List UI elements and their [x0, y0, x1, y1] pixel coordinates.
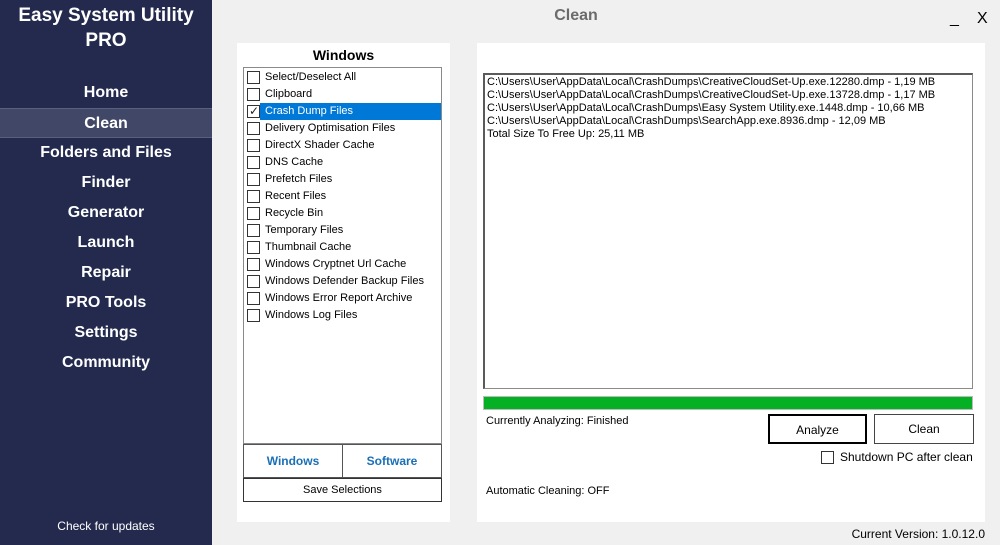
item-checkbox[interactable]	[247, 207, 260, 220]
item-label: Windows Defender Backup Files	[265, 275, 424, 287]
list-item[interactable]: Recycle Bin	[244, 205, 441, 222]
analyze-button[interactable]: Analyze	[768, 414, 867, 444]
item-checkbox[interactable]	[247, 156, 260, 169]
item-label: Recent Files	[265, 190, 327, 202]
item-checkbox[interactable]	[247, 71, 260, 84]
analysis-status: Currently Analyzing: Finished	[486, 415, 629, 427]
software-tab-button[interactable]: Software	[342, 444, 442, 478]
nav-item-home[interactable]: Home	[0, 78, 212, 108]
clean-button[interactable]: Clean	[874, 414, 974, 444]
save-selections-button[interactable]: Save Selections	[243, 478, 442, 502]
list-item[interactable]: Windows Error Report Archive	[244, 290, 441, 307]
panel-heading: Windows	[312, 47, 375, 63]
output-line: C:\Users\User\AppData\Local\CrashDumps\C…	[487, 89, 936, 101]
nav-item-repair[interactable]: Repair	[0, 258, 212, 288]
check-for-updates-link[interactable]: Check for updates	[0, 519, 212, 533]
item-checkbox[interactable]	[247, 309, 260, 322]
progress-bar	[483, 396, 973, 410]
nav-item-generator[interactable]: Generator	[0, 198, 212, 228]
nav-item-settings[interactable]: Settings	[0, 318, 212, 348]
output-line: Total Size To Free Up: 25,11 MB	[487, 128, 645, 140]
item-checkbox[interactable]	[247, 292, 260, 305]
list-item[interactable]: Delivery Optimisation Files	[244, 120, 441, 137]
shutdown-checkbox-box[interactable]	[821, 451, 834, 464]
list-item[interactable]: Temporary Files	[244, 222, 441, 239]
item-checkbox[interactable]	[247, 173, 260, 186]
app-title-line2: PRO	[85, 30, 127, 51]
nav-item-finder[interactable]: Finder	[0, 168, 212, 198]
item-label: Windows Cryptnet Url Cache	[265, 258, 407, 270]
item-label: Select/Deselect All	[265, 71, 357, 83]
item-label: Windows Log Files	[265, 309, 358, 321]
analysis-output-box[interactable]: C:\Users\User\AppData\Local\CrashDumps\C…	[483, 73, 973, 389]
item-label: Clipboard	[265, 88, 313, 100]
list-item[interactable]: DirectX Shader Cache	[244, 137, 441, 154]
list-item[interactable]: Windows Defender Backup Files	[244, 273, 441, 290]
results-panel: C:\Users\User\AppData\Local\CrashDumps\C…	[477, 43, 985, 522]
item-checkbox[interactable]	[247, 122, 260, 135]
output-line: C:\Users\User\AppData\Local\CrashDumps\E…	[487, 102, 925, 114]
list-item[interactable]: Select/Deselect All	[244, 69, 441, 86]
item-checkbox[interactable]	[247, 103, 260, 120]
item-checkbox[interactable]	[247, 258, 260, 271]
list-item[interactable]: Clipboard	[244, 86, 441, 103]
page-title: Clean	[554, 7, 598, 24]
item-label: DNS Cache	[265, 156, 324, 168]
item-label: Prefetch Files	[265, 173, 333, 185]
item-checkbox[interactable]	[247, 275, 260, 288]
item-checkbox[interactable]	[247, 139, 260, 152]
nav-menu: Home Clean Folders and Files Finder Generato…	[0, 78, 212, 378]
item-label: Crash Dump Files	[260, 103, 441, 120]
list-item[interactable]: Prefetch Files	[244, 171, 441, 188]
list-item[interactable]: DNS Cache	[244, 154, 441, 171]
windows-tab-button[interactable]: Windows	[243, 444, 343, 478]
item-label: Thumbnail Cache	[265, 241, 352, 253]
nav-item-pro-tools[interactable]: PRO Tools	[0, 288, 212, 318]
app-title-line1: Easy System Utility	[18, 5, 194, 26]
app-title: Easy System Utility PRO	[0, 0, 212, 53]
item-label: DirectX Shader Cache	[265, 139, 375, 151]
list-item[interactable]: Crash Dump Files	[244, 103, 441, 120]
automatic-cleaning-status: Automatic Cleaning: OFF	[486, 485, 610, 497]
version-label: Current Version: 1.0.12.0	[851, 527, 985, 541]
nav-item-clean[interactable]: Clean	[0, 108, 212, 138]
list-item[interactable]: Windows Cryptnet Url Cache	[244, 256, 441, 273]
item-checkbox[interactable]	[247, 224, 260, 237]
item-checkbox[interactable]	[247, 88, 260, 101]
clean-items-list: Select/Deselect All Clipboard Crash Dump F…	[243, 67, 442, 444]
progress-fill	[484, 397, 972, 409]
sidebar: Easy System Utility PRO Home Clean Folders…	[0, 0, 212, 545]
list-item[interactable]: Windows Log Files	[244, 307, 441, 324]
item-label: Delivery Optimisation Files	[265, 122, 396, 134]
output-line: C:\Users\User\AppData\Local\CrashDumps\C…	[487, 76, 936, 88]
cleaning-options-panel: Windows Select/Deselect All Clipboard Cras…	[237, 43, 450, 522]
minimize-button[interactable]: _	[950, 10, 959, 28]
nav-item-launch[interactable]: Launch	[0, 228, 212, 258]
nav-item-community[interactable]: Community	[0, 348, 212, 378]
output-line: C:\Users\User\AppData\Local\CrashDumps\S…	[487, 115, 886, 127]
list-item[interactable]: Thumbnail Cache	[244, 239, 441, 256]
shutdown-label: Shutdown PC after clean	[840, 450, 973, 464]
list-item[interactable]: Recent Files	[244, 188, 441, 205]
item-label: Recycle Bin	[265, 207, 324, 219]
item-checkbox[interactable]	[247, 241, 260, 254]
item-label: Temporary Files	[265, 224, 344, 236]
close-button[interactable]: X	[977, 10, 988, 28]
item-label: Windows Error Report Archive	[265, 292, 413, 304]
nav-item-folders-and-files[interactable]: Folders and Files	[0, 138, 212, 168]
item-checkbox[interactable]	[247, 190, 260, 203]
